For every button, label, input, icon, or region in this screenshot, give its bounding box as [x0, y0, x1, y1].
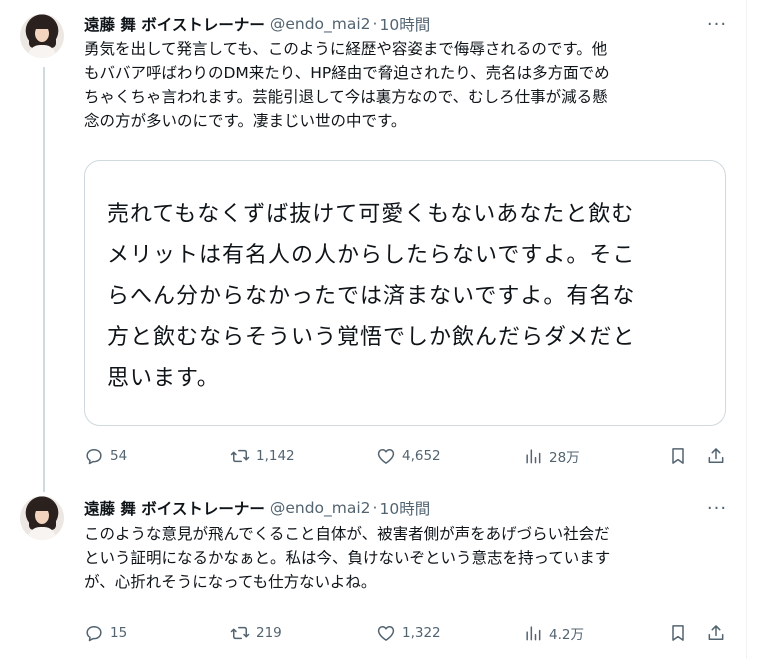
tweet-header: 遠藤 舞 ボイストレーナー @endo_mai2 · 10時間 [84, 12, 430, 36]
like-count: 1,322 [402, 625, 441, 641]
views-button[interactable]: 28万 [523, 444, 580, 468]
author-name[interactable]: 遠藤 舞 ボイストレーナー [84, 497, 265, 519]
quoted-content-card[interactable]: 売れてもなくずば抜けて可愛くもないあなたと飲む メリットは有名人の人からしたらな… [84, 160, 726, 426]
reply-button[interactable]: 54 [84, 444, 127, 468]
tweet[interactable]: 遠藤 舞 ボイストレーナー @endo_mai2 · 10時間 ··· 勇気を出… [0, 0, 746, 480]
quoted-text: 売れてもなくずば抜けて可愛くもないあなたと飲む メリットは有名人の人からしたらな… [107, 202, 636, 391]
tweet-text: 勇気を出して発言しても、このように経歴や容姿まで侮辱されるのです。他 もババア呼… [84, 40, 610, 130]
retweet-icon [230, 449, 250, 463]
reply-button[interactable]: 15 [84, 621, 127, 645]
heart-icon [377, 626, 395, 641]
retweet-count: 1,142 [256, 448, 295, 464]
reply-count: 54 [110, 448, 128, 464]
like-button[interactable]: 1,322 [376, 621, 441, 645]
separator-dot: · [372, 15, 378, 33]
analytics-icon [526, 449, 541, 464]
timestamp[interactable]: 10時間 [379, 13, 430, 35]
retweet-count: 219 [256, 625, 282, 641]
bookmark-icon [672, 448, 684, 464]
avatar[interactable] [20, 496, 64, 540]
analytics-icon [526, 626, 541, 641]
share-button[interactable] [706, 621, 726, 645]
retweet-button[interactable]: 219 [230, 621, 282, 645]
views-button[interactable]: 4.2万 [523, 621, 584, 645]
tweet-actions: 15 219 1,322 4.2万 [84, 621, 732, 645]
tweet-header: 遠藤 舞 ボイストレーナー @endo_mai2 · 10時間 [84, 496, 430, 520]
tweet-actions: 54 1,142 4,652 28万 [84, 444, 732, 468]
like-button[interactable]: 4,652 [376, 444, 441, 468]
share-icon [708, 625, 724, 640]
avatar[interactable] [20, 14, 64, 58]
bookmark-button[interactable] [668, 621, 688, 645]
view-count: 4.2万 [549, 627, 584, 643]
reply-icon [86, 449, 102, 465]
share-icon [708, 448, 724, 463]
tweet-text: このような意見が飛んでくること自体が、被害者側が声をあげづらい社会だ という証明… [84, 525, 611, 591]
heart-icon [377, 449, 395, 464]
more-options-icon[interactable]: ··· [707, 498, 727, 519]
separator-dot: · [372, 499, 378, 517]
timeline-border [746, 0, 747, 659]
retweet-icon [230, 626, 250, 640]
reply-icon [86, 626, 102, 642]
author-handle[interactable]: @endo_mai2 [270, 499, 371, 517]
more-options-icon[interactable]: ··· [707, 14, 727, 35]
view-count: 28万 [549, 450, 580, 466]
tweet[interactable]: 遠藤 舞 ボイストレーナー @endo_mai2 · 10時間 ··· このよう… [0, 480, 746, 659]
author-name[interactable]: 遠藤 舞 ボイストレーナー [84, 13, 265, 35]
timestamp[interactable]: 10時間 [379, 497, 430, 519]
reply-count: 15 [110, 625, 128, 641]
retweet-button[interactable]: 1,142 [230, 444, 295, 468]
share-button[interactable] [706, 444, 726, 468]
author-handle[interactable]: @endo_mai2 [270, 15, 371, 33]
like-count: 4,652 [402, 448, 441, 464]
bookmark-icon [672, 625, 684, 641]
bookmark-button[interactable] [668, 444, 688, 468]
